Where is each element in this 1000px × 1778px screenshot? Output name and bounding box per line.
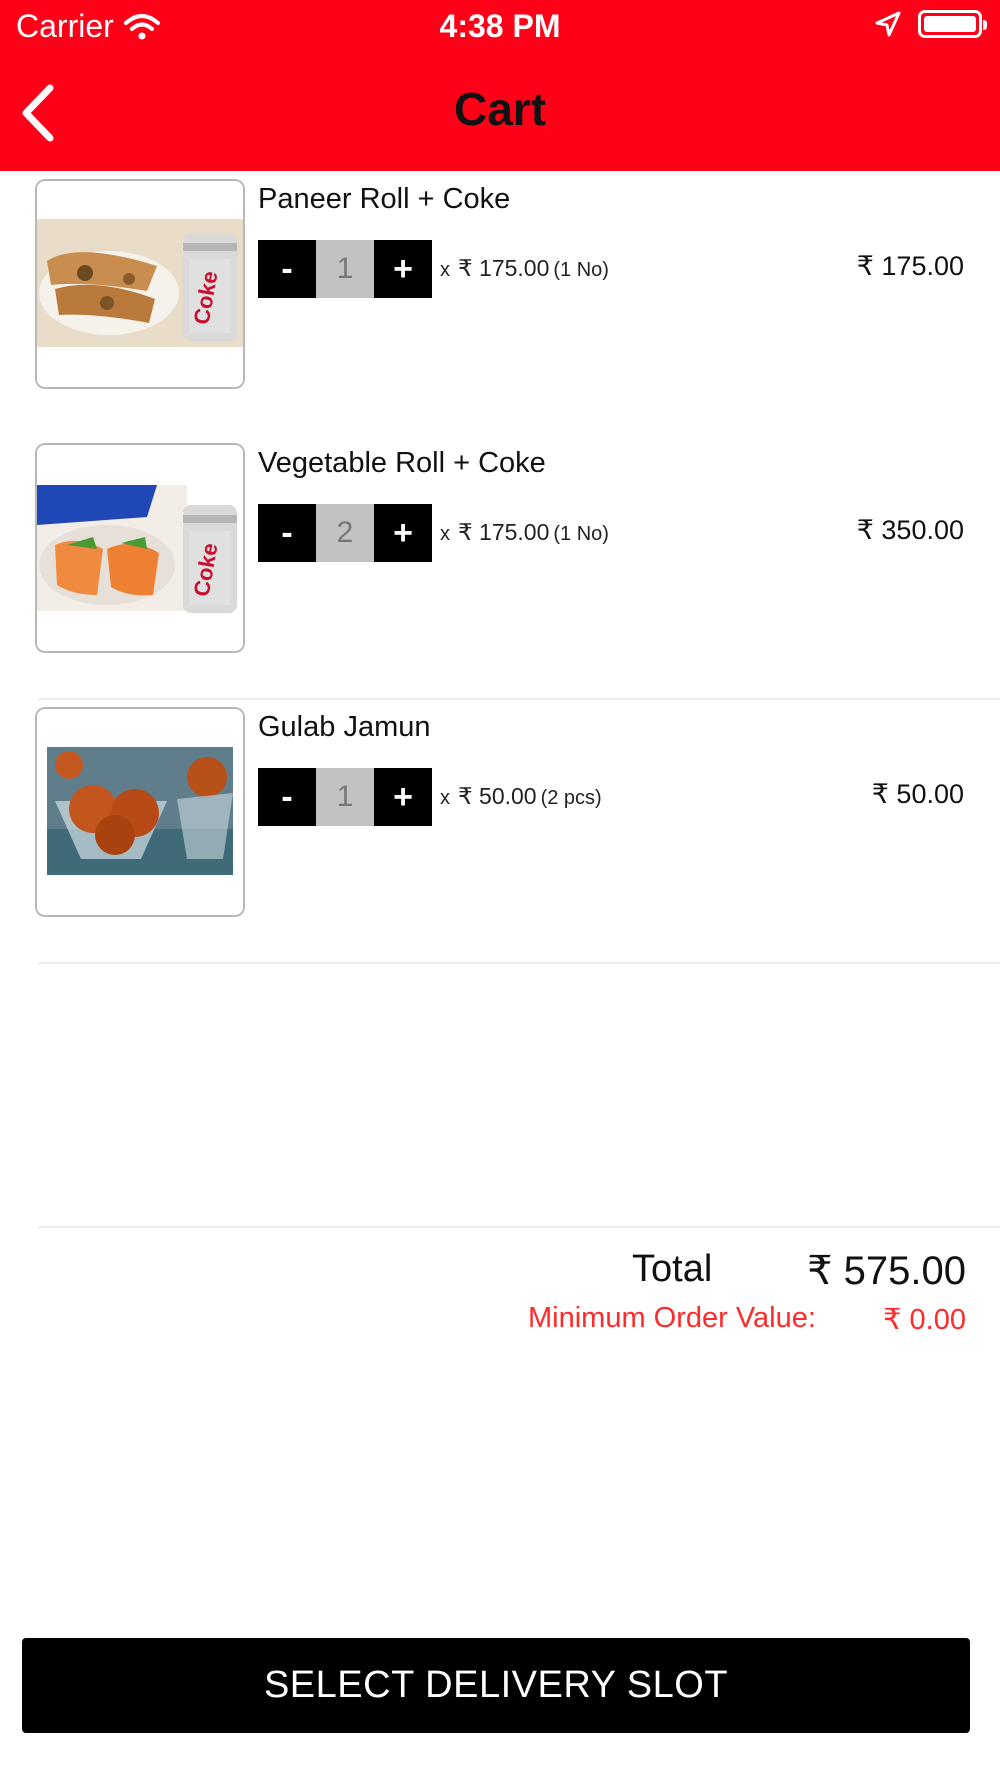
unit-price: ₹ 175.00 <box>458 519 550 545</box>
quantity-stepper: - 1 + <box>258 768 432 826</box>
cart-item: Gulab Jamun - 1 + x ₹ 50.00 (2 pcs) ₹ 50.0… <box>0 699 1000 963</box>
quantity-stepper: - 1 + <box>258 240 432 298</box>
decrement-button[interactable]: - <box>258 504 316 562</box>
unit-price-group: x ₹ 175.00 (1 No) <box>440 255 609 282</box>
select-delivery-slot-button[interactable]: SELECT DELIVERY SLOT <box>22 1638 970 1733</box>
divider <box>38 1226 1000 1228</box>
unit-size: (1 No) <box>553 523 609 545</box>
item-name: Gulab Jamun <box>258 711 431 743</box>
battery-level <box>924 16 976 32</box>
status-time: 4:38 PM <box>439 8 561 44</box>
quantity-value: 1 <box>316 240 374 298</box>
increment-button[interactable]: + <box>374 240 432 298</box>
page-title: Cart <box>453 83 547 135</box>
cart-item: Coke Paneer Roll + Coke - 1 + x ₹ 175.00(… <box>0 171 1000 435</box>
quantity-value: 2 <box>316 504 374 562</box>
cart-item: Coke Vegetable Roll + Coke - 2 + x ₹ 175.… <box>0 435 1000 699</box>
multiplier-sign: x <box>440 523 450 545</box>
divider <box>38 962 1000 964</box>
decrement-button[interactable]: - <box>258 768 316 826</box>
item-name: Paneer Roll + Coke <box>258 183 511 215</box>
line-total: ₹ 350.00 <box>856 515 964 545</box>
unit-size: (1 No) <box>553 259 609 281</box>
unit-size: (2 pcs) <box>540 787 602 809</box>
total-label: Total <box>632 1248 713 1290</box>
minimum-order-value: ₹ 0.00 <box>883 1304 966 1336</box>
quantity-stepper: - 2 + <box>258 504 432 562</box>
location-arrow-icon <box>875 11 901 37</box>
unit-price-group: x ₹ 50.00 (2 pcs) <box>440 783 602 810</box>
total-value: ₹ 575.00 <box>807 1249 966 1293</box>
multiplier-sign: x <box>440 787 450 809</box>
unit-price: ₹ 175.00 <box>458 255 550 281</box>
multiplier-sign: x <box>440 259 450 281</box>
battery-icon <box>918 10 987 38</box>
app-header: Carrier 4:38 PM Cart <box>0 0 1000 171</box>
nav-bar: Cart <box>0 56 1000 171</box>
increment-button[interactable]: + <box>374 504 432 562</box>
line-total: ₹ 50.00 <box>871 779 964 809</box>
minimum-order-label: Minimum Order Value: <box>528 1302 816 1334</box>
gulab-jamun-image <box>35 707 245 917</box>
status-bar: Carrier 4:38 PM <box>0 0 1000 56</box>
vegetable-roll-with-diet-coke-image: Coke <box>35 443 245 653</box>
item-name: Vegetable Roll + Coke <box>258 447 546 479</box>
status-right-group <box>874 10 987 38</box>
line-total: ₹ 175.00 <box>856 251 964 281</box>
unit-price-group: x ₹ 175.00 (1 No) <box>440 519 609 546</box>
paneer-roll-with-diet-coke-image: Coke <box>35 179 245 389</box>
increment-button[interactable]: + <box>374 768 432 826</box>
quantity-value: 1 <box>316 768 374 826</box>
unit-price: ₹ 50.00 <box>458 783 537 809</box>
decrement-button[interactable]: - <box>258 240 316 298</box>
